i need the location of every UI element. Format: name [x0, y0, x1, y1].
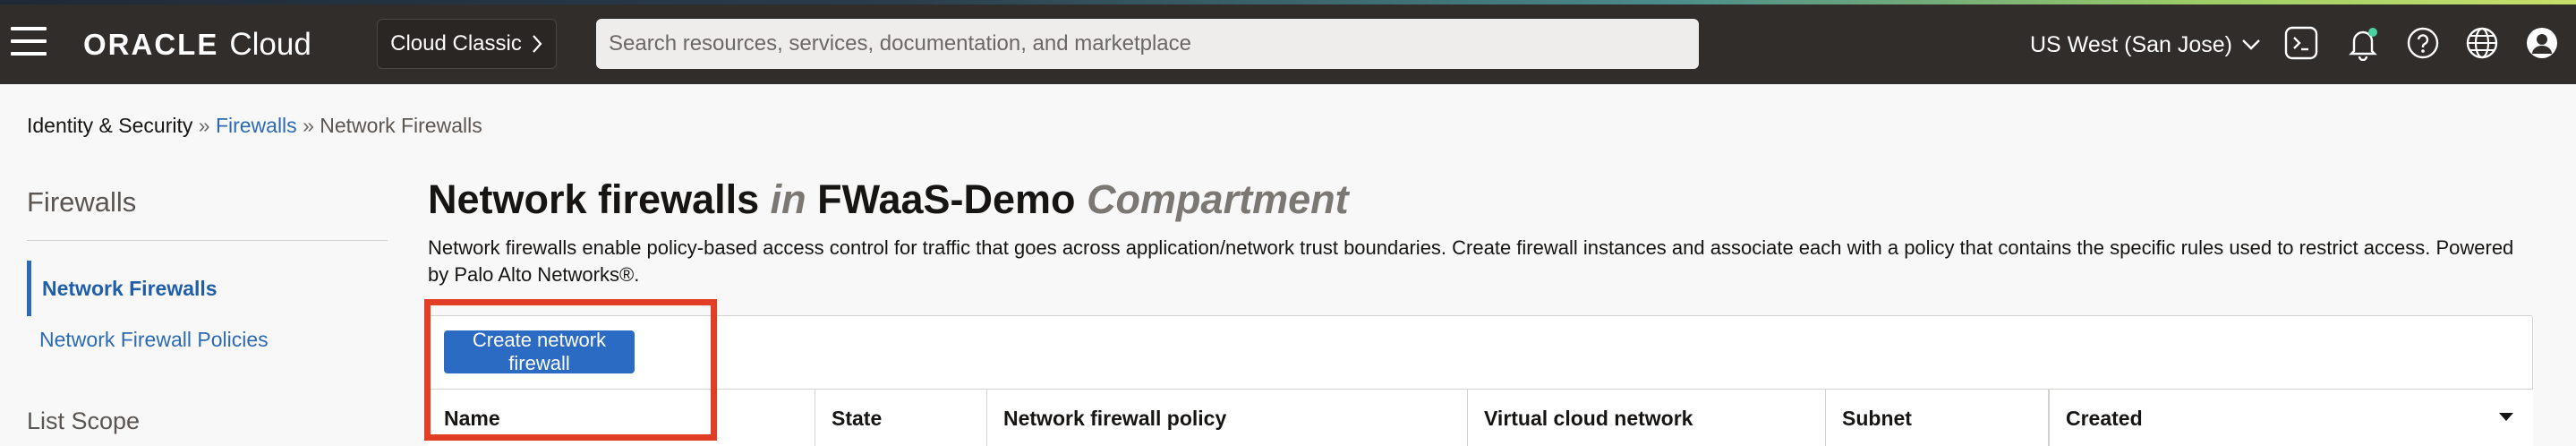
user-icon[interactable]: [2524, 25, 2560, 61]
breadcrumb-separator: »: [303, 114, 314, 137]
globe-icon[interactable]: [2464, 25, 2500, 61]
logo-product: Cloud: [229, 27, 311, 62]
list-scope-title: List Scope: [27, 407, 141, 434]
menu-icon[interactable]: [11, 27, 47, 56]
header-accent-stripe: [0, 0, 2576, 4]
page-title-in: in: [770, 176, 806, 222]
column-header-created-label: Created: [2066, 406, 2143, 430]
page-title-compartment: FWaaS-Demo: [817, 176, 1076, 222]
column-header-subnet[interactable]: Subnet: [1825, 390, 2048, 446]
page-title-text: Network firewalls: [428, 176, 760, 222]
column-header-created[interactable]: Created: [2048, 390, 2533, 446]
chevron-down-icon: [2242, 39, 2260, 50]
breadcrumb-current: Network Firewalls: [320, 114, 482, 137]
breadcrumb-firewalls-link[interactable]: Firewalls: [216, 114, 297, 137]
breadcrumb: Identity & Security » Firewalls » Networ…: [27, 114, 482, 138]
top-header: ORACLE Cloud Cloud Classic US West (San …: [0, 0, 2576, 84]
create-network-firewall-button[interactable]: Create network firewall: [444, 329, 635, 374]
sidebar-item-network-firewalls[interactable]: Network Firewalls: [27, 261, 388, 316]
cloud-classic-label: Cloud Classic: [390, 31, 522, 56]
sidebar-title: Firewalls: [27, 186, 137, 218]
help-icon[interactable]: [2405, 25, 2441, 61]
breadcrumb-root: Identity & Security: [27, 114, 193, 137]
breadcrumb-separator: »: [198, 114, 210, 137]
column-header-name[interactable]: Name: [428, 390, 815, 446]
page-title: Network firewalls in FWaaS-Demo Compartm…: [428, 176, 1349, 223]
column-header-policy[interactable]: Network firewall policy: [986, 390, 1467, 446]
cloud-shell-icon[interactable]: [2283, 25, 2319, 61]
page-title-compartment-suffix: Compartment: [1087, 176, 1349, 222]
region-label: US West (San Jose): [2030, 31, 2233, 57]
page-description: Network firewalls enable policy-based ac…: [428, 236, 2514, 286]
sort-descending-icon[interactable]: [2499, 413, 2513, 421]
column-header-state[interactable]: State: [815, 390, 986, 446]
cloud-classic-button[interactable]: Cloud Classic: [377, 19, 557, 69]
bell-icon[interactable]: [2345, 25, 2381, 61]
sidebar-item-network-firewall-policies[interactable]: Network Firewall Policies: [27, 312, 388, 367]
region-selector[interactable]: US West (San Jose): [2030, 27, 2261, 63]
sidebar-item-label: Network Firewalls: [42, 276, 218, 300]
sidebar-divider: [27, 240, 388, 241]
search-input[interactable]: [596, 19, 1699, 69]
chevron-right-icon: [533, 35, 542, 53]
logo-brand: ORACLE: [83, 28, 219, 61]
column-header-vcn[interactable]: Virtual cloud network: [1467, 390, 1825, 446]
table-header: Name State Network firewall policy Virtu…: [428, 389, 2533, 446]
sidebar-item-label: Network Firewall Policies: [39, 327, 269, 351]
oracle-cloud-logo[interactable]: ORACLE Cloud: [83, 27, 311, 63]
